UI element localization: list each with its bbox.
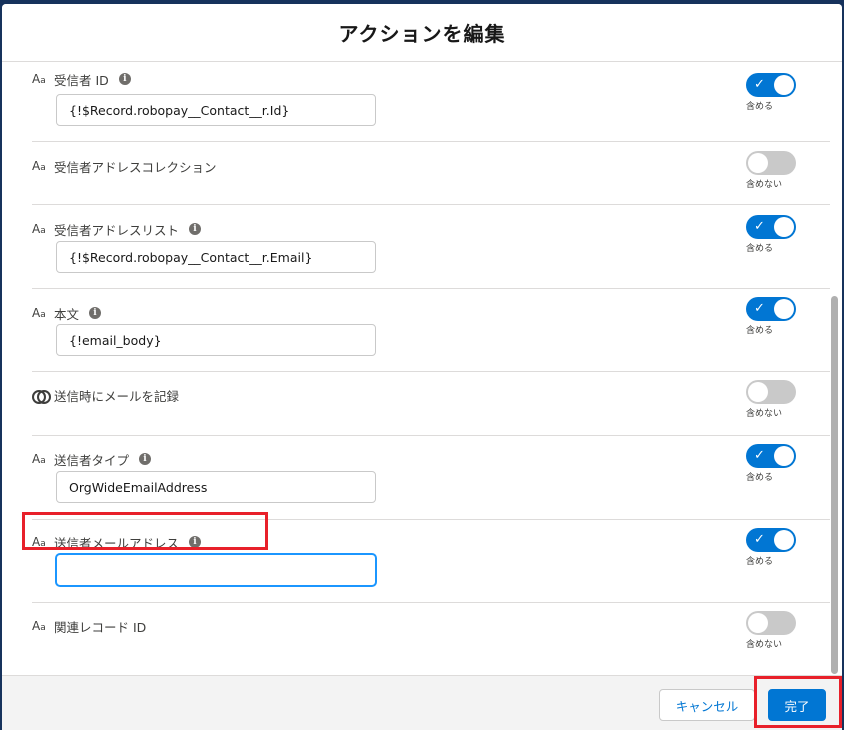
field-row-sender-type: Aa 送信者タイプ i OrgWideEmailAddress ✓ 含める [32, 436, 830, 520]
field-label-line: Aa 送信者タイプ i [32, 451, 152, 468]
sender-type-input[interactable]: OrgWideEmailAddress [56, 471, 376, 503]
field-row-body: Aa 本文 i {!email_body} ✓ 含める [32, 289, 830, 372]
include-toggle[interactable]: ✓ [746, 215, 796, 239]
check-icon: ✓ [754, 219, 765, 234]
field-label: 送信者メールアドレス [54, 535, 180, 551]
include-toggle[interactable] [746, 151, 796, 175]
field-label-line: Aa 本文 i [32, 305, 102, 322]
toggle-label: 含めない [746, 640, 783, 650]
field-label: 関連レコード ID [54, 619, 147, 635]
field-row-recipient-address-collection: Aa 受信者アドレスコレクション 含めない [32, 142, 830, 205]
body-input[interactable]: {!email_body} [56, 324, 376, 356]
modal-footer: キャンセル 完了 [2, 675, 842, 730]
field-row-sender-email: Aa 送信者メールアドレス i ✓ 含める [32, 520, 830, 603]
modal-body: Aa 受信者 ID i {!$Record.robopay__Contact__… [2, 63, 842, 675]
toggle-label: 含めない [746, 180, 783, 190]
field-label: 送信者タイプ [54, 452, 130, 468]
recipient-address-list-input[interactable]: {!$Record.robopay__Contact__r.Email} [56, 241, 376, 273]
field-row-related-record-id: Aa 関連レコード ID 含めない [32, 603, 830, 675]
check-icon: ✓ [754, 532, 765, 547]
include-toggle[interactable]: ✓ [746, 444, 796, 468]
vertical-scrollbar[interactable] [831, 296, 838, 674]
include-toggle-wrap: ✓ 含める [746, 528, 806, 567]
field-label-line: Aa 受信者アドレスリスト i [32, 221, 202, 238]
cancel-button[interactable]: キャンセル [659, 689, 755, 721]
toggle-knob [748, 382, 768, 402]
include-toggle[interactable]: ✓ [746, 528, 796, 552]
field-label-line: 送信時にメールを記録 [32, 387, 180, 404]
field-label: 受信者アドレスリスト [54, 222, 180, 238]
toggle-knob [774, 446, 794, 466]
field-row-log-email: 送信時にメールを記録 含めない [32, 372, 830, 436]
toggle-knob [774, 299, 794, 319]
check-icon: ✓ [754, 448, 765, 463]
include-toggle-wrap: ✓ 含める [746, 215, 806, 254]
toggle-knob [774, 530, 794, 550]
include-toggle-wrap: 含めない [746, 611, 806, 650]
toggle-knob [774, 217, 794, 237]
check-icon: ✓ [754, 301, 765, 316]
text-type-icon: Aa [32, 222, 46, 236]
field-label-line: Aa 関連レコード ID [32, 618, 147, 635]
text-type-icon: Aa [32, 306, 46, 320]
toggle-knob [774, 75, 794, 95]
field-row-recipient-address-list: Aa 受信者アドレスリスト i {!$Record.robopay__Conta… [32, 205, 830, 289]
toggle-label: 含めない [746, 409, 783, 419]
toggle-label: 含める [746, 102, 774, 112]
include-toggle-wrap: 含めない [746, 151, 806, 190]
field-label: 受信者 ID [54, 72, 109, 88]
field-label: 本文 [54, 306, 80, 322]
text-type-icon: Aa [32, 619, 46, 633]
info-icon[interactable]: i [189, 223, 202, 235]
check-icon: ✓ [754, 77, 765, 92]
modal-title: アクションを編集 [338, 22, 506, 46]
boolean-type-icon [32, 387, 54, 404]
info-icon[interactable]: i [139, 453, 152, 465]
text-type-icon: Aa [32, 72, 46, 86]
toggle-label: 含める [746, 473, 774, 483]
recipient-id-input[interactable]: {!$Record.robopay__Contact__r.Id} [56, 94, 376, 126]
toggle-knob [748, 153, 768, 173]
toggle-knob [748, 613, 768, 633]
done-button[interactable]: 完了 [768, 689, 826, 721]
toggle-label: 含める [746, 326, 774, 336]
field-label: 受信者アドレスコレクション [54, 159, 217, 175]
include-toggle[interactable] [746, 611, 796, 635]
field-label-line: Aa 送信者メールアドレス i [32, 534, 202, 551]
edit-action-modal: アクションを編集 Aa 受信者 ID i {!$Record.robopay__… [2, 4, 842, 730]
field-label-line: Aa 受信者 ID i [32, 71, 131, 88]
sender-email-input[interactable] [56, 554, 376, 586]
include-toggle-wrap: ✓ 含める [746, 444, 806, 483]
info-icon[interactable]: i [118, 73, 131, 85]
include-toggle[interactable]: ✓ [746, 73, 796, 97]
include-toggle-wrap: ✓ 含める [746, 297, 806, 336]
field-row-recipient-id: Aa 受信者 ID i {!$Record.robopay__Contact__… [32, 71, 830, 142]
info-icon[interactable]: i [189, 536, 202, 548]
text-type-icon: Aa [32, 159, 46, 173]
include-toggle-wrap: 含めない [746, 380, 806, 419]
field-label-line: Aa 受信者アドレスコレクション [32, 158, 217, 175]
info-icon[interactable]: i [89, 307, 102, 319]
include-toggle[interactable]: ✓ [746, 297, 796, 321]
toggle-label: 含める [746, 557, 774, 567]
field-label: 送信時にメールを記録 [54, 388, 180, 404]
text-type-icon: Aa [32, 452, 46, 466]
modal-header: アクションを編集 [2, 4, 842, 62]
toggle-label: 含める [746, 244, 774, 254]
include-toggle-wrap: ✓ 含める [746, 73, 806, 112]
include-toggle[interactable] [746, 380, 796, 404]
text-type-icon: Aa [32, 535, 46, 549]
